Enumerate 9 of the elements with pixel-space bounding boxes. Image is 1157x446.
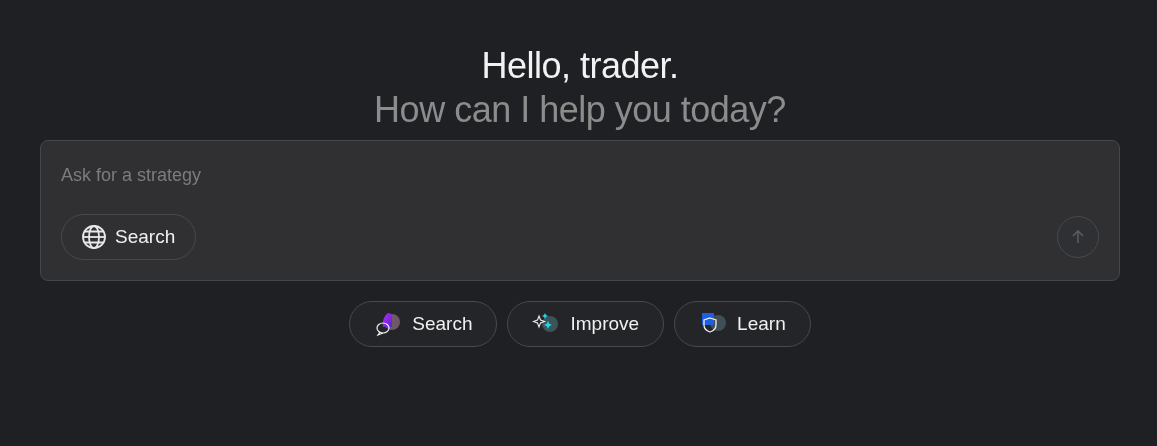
greeting-title: Hello, trader. bbox=[481, 44, 679, 88]
suggestion-button[interactable]: Improve bbox=[507, 301, 665, 347]
suggestion-button[interactable]: Search bbox=[349, 301, 498, 347]
suggestion-button[interactable]: Learn bbox=[674, 301, 811, 347]
chat-bubble-icon bbox=[374, 311, 403, 337]
globe-icon bbox=[81, 224, 107, 250]
greeting-subtitle: How can I help you today? bbox=[374, 88, 786, 132]
prompt-field[interactable]: Ask for a strategy bbox=[61, 165, 461, 186]
arrow-up-icon bbox=[1070, 229, 1086, 245]
